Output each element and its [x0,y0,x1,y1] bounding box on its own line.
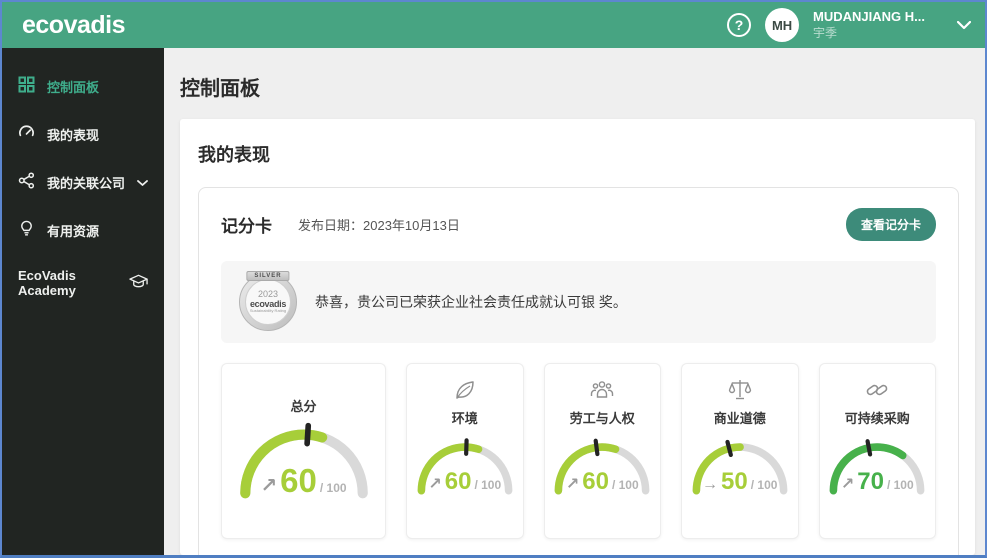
trend-up-icon: ↗ [565,475,580,493]
trend-up-icon: ↗ [428,475,442,493]
my-performance-card: 我的表现 记分卡 发布日期：2023年10月13日 查看记分卡 SILVER 2… [180,119,975,555]
sidebar-item-academy[interactable]: EcoVadis Academy [2,254,164,312]
gauge-value: 60 [280,462,317,500]
trend-up-icon: ↗ [840,475,855,493]
ecovadis-logo[interactable]: ecovadis [22,11,126,40]
my-performance-title: 我的表现 [198,145,270,165]
top-bar: ecovadis ? MH MUDANJIANG H... 宇季 [2,2,985,48]
sidebar-item-label: 控制面板 [47,79,100,95]
gauge-label: 总分 [290,399,317,414]
page-title: 控制面板 [180,78,260,100]
chevron-down-icon[interactable] [957,20,971,30]
gauge-max: / 100 [474,477,502,492]
gauge-max: / 100 [886,477,914,492]
score-gauges-row: 总分 ↗ 60 / 100 环境 ↗ 60 / 100 劳工与人权 ↗ 60 /… [221,363,936,539]
gauge-card-ethics: 商业道德 → 50 / 100 [681,363,799,539]
sidebar-item-label: 我的关联公司 [47,175,126,191]
sidebar: 控制面板 我的表现 我的关联公司 有用资源 EcoVadis Academy [2,48,164,555]
sidebar-item-label: EcoVadis Academy [18,268,76,298]
gauge-card-procurement: 可持续采购 ↗ 70 / 100 [818,363,936,539]
top-bar-right: ? MH MUDANJIANG H... 宇季 [727,8,971,42]
gauge-value: 60 [444,467,472,495]
sidebar-item-useful-resources[interactable]: 有用资源 [2,206,164,254]
leaf-icon [452,376,478,404]
gauge-label: 商业道德 [713,411,766,426]
gauge-max: / 100 [319,481,347,496]
chevron-down-icon [137,175,148,190]
award-message: 恭喜，贵公司已荣获企业社会责任成就认可银 奖。 [315,294,627,310]
app-window: ecovadis ? MH MUDANJIANG H... 宇季 控制面板 我的… [0,0,987,558]
gauge-label: 环境 [451,411,478,426]
gauge-value: 50 [721,467,748,495]
network-icon [18,172,35,192]
award-banner: SILVER 2023 ecovadis Sustainability Rati… [221,261,936,343]
gauge-card-environment: 环境 ↗ 60 / 100 [406,363,524,539]
gauge-score: ↗ 60 / 100 [428,468,501,496]
scorecard-header: 记分卡 发布日期：2023年10月13日 查看记分卡 [221,208,936,241]
gauge-score: → 50 / 100 [702,468,777,496]
gauge-total: ↗ 60 / 100 [234,421,374,500]
gauge-environment: ↗ 60 / 100 [413,437,517,496]
gauge-labor: ↗ 60 / 100 [550,437,654,496]
help-icon[interactable]: ? [727,13,752,37]
medal-ribbon-label: SILVER [246,271,290,281]
user-menu[interactable]: MUDANJIANG H... 宇季 [813,9,925,40]
sidebar-item-linked-companies[interactable]: 我的关联公司 [2,158,164,206]
gauge-score: ↗ 60 / 100 [566,468,639,496]
gauge-score: ↗ 70 / 100 [841,468,914,496]
gauge-max: / 100 [611,477,639,492]
gauge-value: 70 [857,467,884,495]
user-name: MUDANJIANG H... [813,9,925,25]
gauge-value: 60 [582,467,609,495]
main-content: 控制面板 我的表现 记分卡 发布日期：2023年10月13日 查看记分卡 SIL… [164,48,985,555]
people-icon [589,376,615,404]
gauge-card-labor: 劳工与人权 ↗ 60 / 100 [543,363,661,539]
scales-icon [727,376,753,404]
sidebar-item-label: 有用资源 [47,223,100,239]
sidebar-item-label: 我的表现 [47,127,100,143]
gauge-score: ↗ 60 / 100 [260,462,346,500]
avatar[interactable]: MH [765,8,800,42]
sidebar-item-dashboard[interactable]: 控制面板 [2,62,164,110]
gauge-procurement: ↗ 70 / 100 [825,437,929,496]
sidebar-item-my-performance[interactable]: 我的表现 [2,110,164,158]
view-scorecard-button[interactable]: 查看记分卡 [845,208,936,241]
scorecard-title: 记分卡 [221,217,272,236]
gauge-max: / 100 [750,477,778,492]
silver-medal-badge: SILVER 2023 ecovadis Sustainability Rati… [239,271,297,331]
medal-caption: Sustainability Rating [249,308,287,314]
gauge-icon [18,124,35,144]
lightbulb-icon [18,220,35,240]
scorecard-panel: 记分卡 发布日期：2023年10月13日 查看记分卡 SILVER 2023 e… [198,187,959,555]
gauge-ethics: → 50 / 100 [688,437,792,496]
graduation-cap-icon [129,274,148,292]
trend-up-icon: ↗ [260,475,278,498]
medal-face: 2023 ecovadis Sustainability Rating [245,279,291,325]
dashboard-grid-icon [18,76,35,96]
gauge-label: 劳工与人权 [569,411,635,426]
trend-right-icon: → [702,475,719,493]
gauge-label: 可持续采购 [844,411,910,426]
scorecard-publish-date: 发布日期：2023年10月13日 [298,218,460,233]
user-subtitle: 宇季 [813,25,838,40]
link-icon [864,376,890,404]
gauge-card-total: 总分 ↗ 60 / 100 [221,363,386,539]
